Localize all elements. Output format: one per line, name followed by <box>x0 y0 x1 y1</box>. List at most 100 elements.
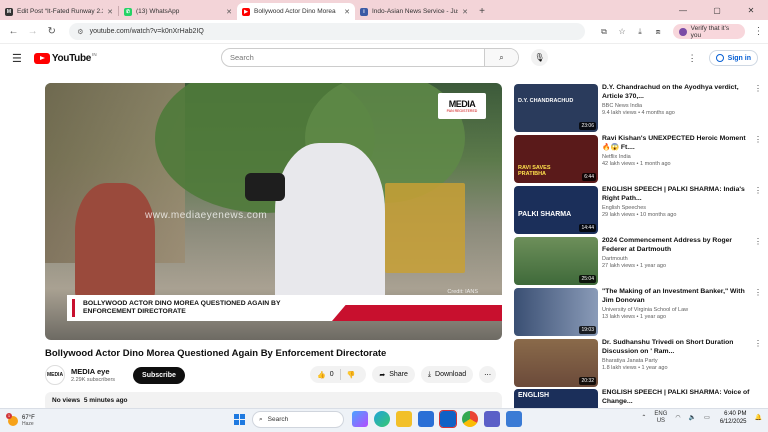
extensions-icon[interactable]: ⧈ <box>649 27 667 37</box>
sign-in-button[interactable]: Sign in <box>708 50 758 66</box>
recommendation-menu-icon[interactable]: ⋮ <box>754 84 762 132</box>
recommendation-thumbnail[interactable]: 20:32 <box>514 339 598 387</box>
recommendation-menu-icon[interactable]: ⋮ <box>754 288 762 336</box>
search-input[interactable] <box>222 49 484 66</box>
recommendation-title[interactable]: 2024 Commencement Address by Roger Feder… <box>602 237 752 254</box>
recommendation-thumbnail[interactable]: D.Y. CHANDRACHUD 23:06 <box>514 84 598 132</box>
tab-youtube-active[interactable]: ▶ Bollywood Actor Dino Morea ✕ <box>237 3 355 20</box>
recommendation-item[interactable]: 20:32 Dr. Sudhanshu Trivedi on Short Dur… <box>514 339 764 387</box>
taskbar-search[interactable]: ⌕ Search <box>252 411 344 428</box>
tab-title: Indo-Asian News Service - Just <box>372 8 459 15</box>
teams-icon[interactable] <box>484 411 500 427</box>
download-button[interactable]: ⤓ Download <box>420 366 474 383</box>
recommendation-menu-icon[interactable]: ⋮ <box>754 186 762 234</box>
minimize-icon[interactable]: — <box>666 0 700 20</box>
recommendation-item[interactable]: RAVI SAVES PRATIBHA 6:44 Ravi Kishan's U… <box>514 135 764 183</box>
video-player[interactable]: MEDIA PAN REGISTERED www.mediaeyenews.co… <box>45 83 502 340</box>
recommendation-menu-icon[interactable]: ⋮ <box>754 135 762 183</box>
recommendation-info: "The Making of an Investment Banker," Wi… <box>602 288 752 336</box>
reload-icon[interactable]: ↻ <box>42 26 61 37</box>
close-tab-icon[interactable]: ✕ <box>344 8 350 16</box>
weather-widget[interactable]: 1 67°F Haze <box>6 412 35 427</box>
install-app-icon[interactable]: ⧉ <box>595 27 613 37</box>
tab-edit-post[interactable]: M Edit Post “It-Fated Runway 2.3 ✕ <box>0 3 118 20</box>
recommendation-title[interactable]: ENGLISH SPEECH | PALKI SHARMA: India's R… <box>602 186 752 203</box>
recommendation-title[interactable]: ENGLISH SPEECH | PALKI SHARMA: Voice of … <box>602 389 752 406</box>
channel-name[interactable]: MEDIA eye <box>71 367 115 376</box>
recommendation-channel[interactable]: BBC News India <box>602 103 752 109</box>
back-icon[interactable]: ← <box>4 26 23 37</box>
recommendation-channel[interactable]: English Speeches <box>602 205 752 211</box>
tab-ians[interactable]: i Indo-Asian News Service - Just ✕ <box>355 3 473 20</box>
recommendation-age: 1 year ago <box>641 365 668 371</box>
recommendation-menu-icon[interactable]: ⋮ <box>754 339 762 387</box>
maximize-icon[interactable]: ▢ <box>700 0 734 20</box>
recommendation-title[interactable]: "The Making of an Investment Banker," Wi… <box>602 288 752 305</box>
recommendation-title[interactable]: D.Y. Chandrachud on the Ayodhya verdict,… <box>602 84 752 101</box>
app-icon[interactable] <box>506 411 522 427</box>
recommendation-item[interactable]: 19:03 "The Making of an Investment Banke… <box>514 288 764 336</box>
language-indicator[interactable]: ENG US <box>654 411 667 425</box>
forward-icon[interactable]: → <box>23 26 42 37</box>
recommendation-item[interactable]: D.Y. CHANDRACHUD 23:06 D.Y. Chandrachud … <box>514 84 764 132</box>
recommendation-views: 13 lakh views <box>602 314 636 320</box>
verify-label: Verify that it's you <box>690 24 730 39</box>
recommendation-thumbnail[interactable]: PALKI SHARMA 14:44 <box>514 186 598 234</box>
recommendation-thumbnail[interactable]: RAVI SAVES PRATIBHA 6:44 <box>514 135 598 183</box>
youtube-logo[interactable]: YouTube IN <box>33 52 97 64</box>
recommendation-item[interactable]: 25:04 2024 Commencement Address by Roger… <box>514 237 764 285</box>
taskbar-clock[interactable]: 6:40 PM 6/12/2025 <box>720 410 747 426</box>
recommendation-channel[interactable]: University of Virginia School of Law <box>602 307 752 313</box>
voice-search-icon[interactable]: 🎙 <box>531 49 548 66</box>
close-tab-icon[interactable]: ✕ <box>226 8 232 16</box>
recommendation-title[interactable]: Dr. Sudhanshu Trivedi on Short Duration … <box>602 339 752 356</box>
copilot-icon[interactable] <box>352 411 368 427</box>
close-window-icon[interactable]: ✕ <box>734 0 768 20</box>
recommendation-channel[interactable]: Netflix India <box>602 154 752 160</box>
download-arrow-icon: ⤓ <box>427 370 432 378</box>
recommendation-item[interactable]: ENGLISH ENGLISH SPEECH | PALKI SHARMA: V… <box>514 389 764 408</box>
recommendation-channel[interactable]: Dartmouth <box>602 256 752 262</box>
new-tab-button[interactable]: + <box>473 3 491 20</box>
dislike-icon[interactable]: 👎 <box>347 371 356 379</box>
search-icon[interactable]: ⌕ <box>484 49 518 66</box>
recommendation-thumbnail[interactable]: 25:04 <box>514 237 598 285</box>
recommendation-item[interactable]: PALKI SHARMA 14:44 ENGLISH SPEECH | PALK… <box>514 186 764 234</box>
recommendation-thumbnail[interactable]: ENGLISH <box>514 389 598 408</box>
hamburger-menu-icon[interactable]: ☰ <box>12 52 22 65</box>
volume-icon[interactable]: 🔈 <box>689 415 696 422</box>
url-field[interactable]: ⚙ youtube.com/watch?v=k0nXrHab2IQ <box>69 23 586 40</box>
tab-whatsapp[interactable]: ✆ (13) WhatsApp ✕ <box>119 3 237 20</box>
wifi-icon[interactable]: ◠ <box>675 415 680 422</box>
settings-kebab-icon[interactable]: ⋮ <box>688 53 697 64</box>
verify-profile-button[interactable]: Verify that it's you <box>673 24 745 39</box>
account-icon <box>715 54 724 62</box>
recommendation-menu-icon[interactable]: ⋮ <box>754 237 762 285</box>
recommendation-title[interactable]: Ravi Kishan's UNEXPECTED Heroic Moment 🔥… <box>602 135 752 152</box>
edge-icon[interactable] <box>374 411 390 427</box>
windows-start-icon[interactable] <box>234 414 245 425</box>
close-tab-icon[interactable]: ✕ <box>462 8 468 16</box>
file-explorer-icon[interactable] <box>396 411 412 427</box>
tray-overflow-icon[interactable]: ⌃ <box>641 415 646 422</box>
bookmark-star-icon[interactable]: ☆ <box>613 27 631 37</box>
subscribe-button[interactable]: Subscribe <box>133 366 185 384</box>
download-icon[interactable]: ⤓ <box>631 27 649 37</box>
video-duration: 19:03 <box>579 326 596 334</box>
outlook-icon[interactable] <box>439 410 457 428</box>
taskbar-search-label: Search <box>267 416 289 423</box>
share-button[interactable]: ➦ Share <box>372 366 415 383</box>
more-actions-button[interactable]: ⋯ <box>479 366 497 383</box>
battery-icon[interactable]: ▭ <box>704 415 710 422</box>
site-info-icon[interactable]: ⚙ <box>77 28 83 36</box>
recommendation-channel[interactable]: Bharatiya Janata Party <box>602 358 752 364</box>
channel-avatar[interactable]: MEDIA <box>45 365 65 385</box>
browser-menu-icon[interactable]: ⋮ <box>749 26 768 37</box>
close-tab-icon[interactable]: ✕ <box>107 8 113 16</box>
store-icon[interactable] <box>418 411 434 427</box>
recommendation-thumbnail[interactable]: 19:03 <box>514 288 598 336</box>
notifications-bell-icon[interactable]: 🔔 <box>755 415 762 422</box>
weather-sun-icon: 1 <box>6 412 18 426</box>
chrome-icon[interactable] <box>462 411 478 427</box>
like-icon[interactable]: 👍 <box>317 371 326 379</box>
